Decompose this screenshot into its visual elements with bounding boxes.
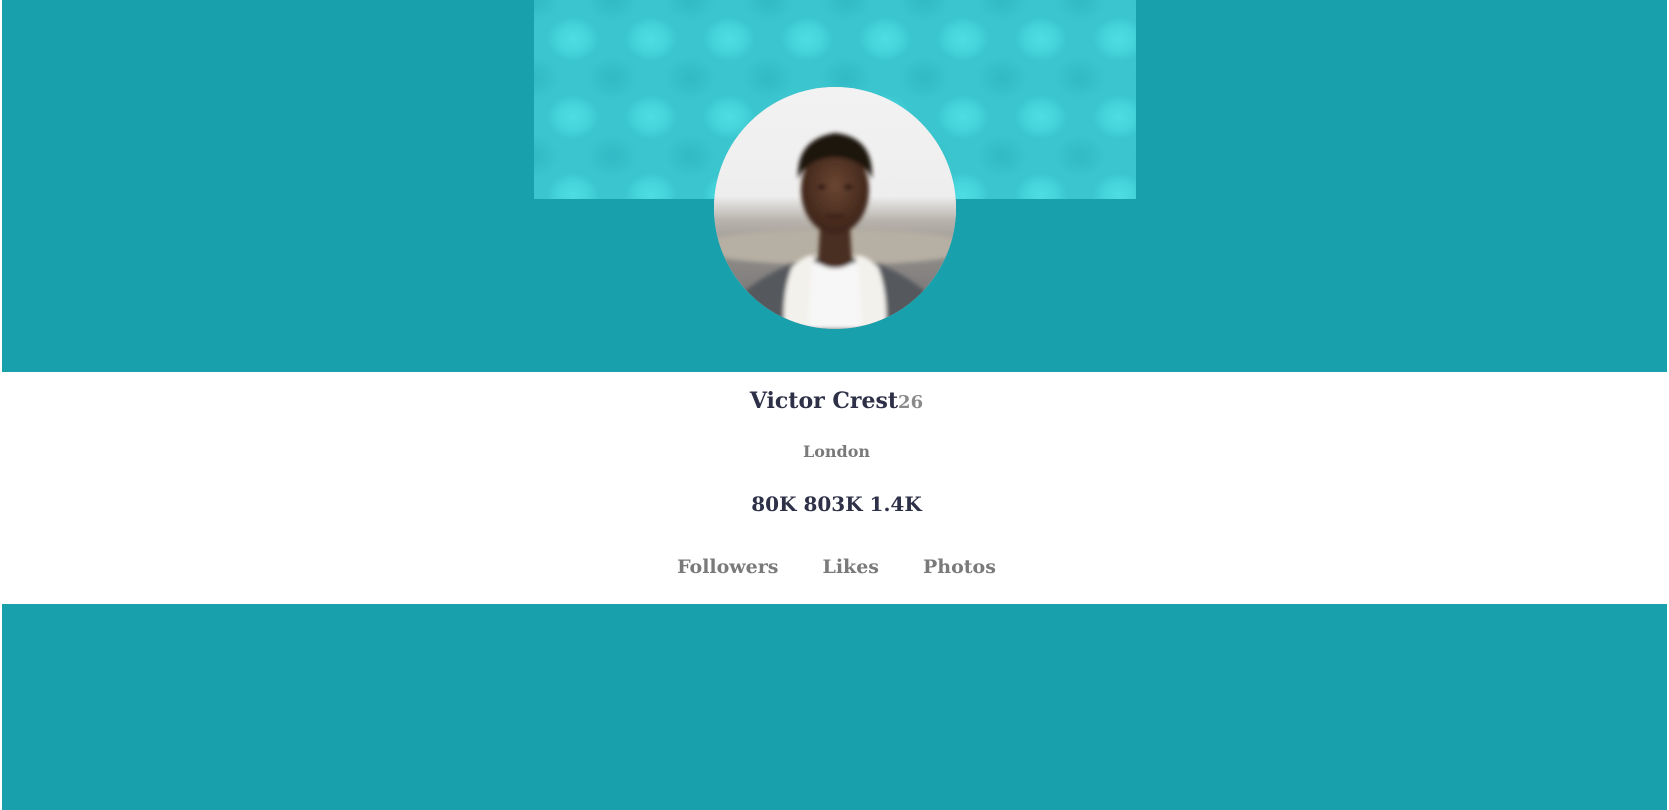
- profile-name: Victor Crest: [749, 388, 899, 414]
- profile-card: Victor Crest26 London 80K 803K 1.4K Foll…: [2, 0, 1669, 604]
- stat-label-photos: Photos: [923, 556, 996, 578]
- stats-labels: Followers Likes Photos: [4, 556, 1669, 578]
- stats-values: 80K 803K 1.4K: [751, 492, 922, 516]
- bottom-background-band: [2, 604, 1667, 810]
- stat-label-likes: Likes: [822, 556, 879, 578]
- avatar: [714, 87, 956, 329]
- profile-info: Victor Crest26 London 80K 803K 1.4K Foll…: [4, 372, 1669, 604]
- profile-city: London: [802, 442, 871, 461]
- profile-page: Victor Crest26 London 80K 803K 1.4K Foll…: [0, 0, 1669, 810]
- stat-label-followers: Followers: [677, 556, 779, 578]
- name-line: Victor Crest26: [4, 386, 1669, 418]
- avatar-photo: [714, 87, 956, 329]
- profile-age: 26: [898, 392, 924, 413]
